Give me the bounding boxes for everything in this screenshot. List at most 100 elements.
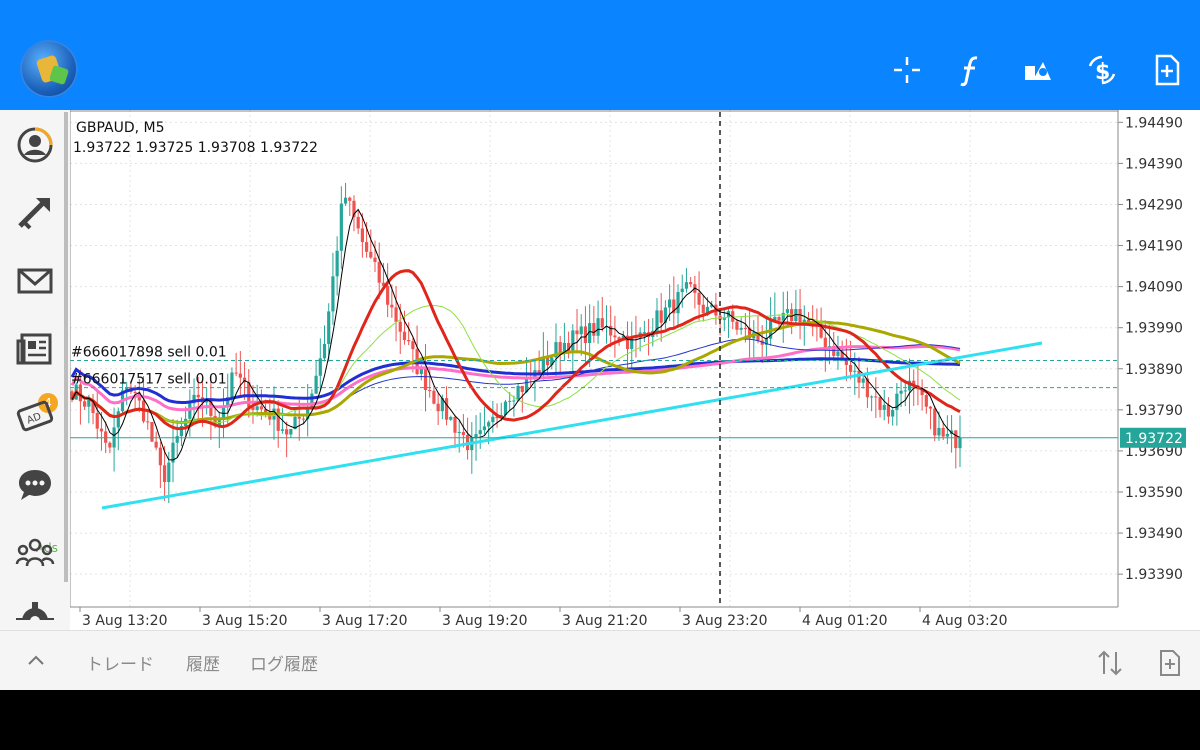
candle-body: [457, 432, 461, 434]
candle-body: [449, 416, 453, 420]
y-tick-label: 1.93990: [1125, 321, 1183, 337]
sidebar: 4 AD Ads: [0, 110, 70, 630]
y-tick-label: 1.93390: [1125, 567, 1183, 583]
candle-body: [571, 330, 575, 352]
candle-body: [836, 351, 840, 356]
x-tick-label: 3 Aug 13:20: [82, 613, 168, 629]
candle-body: [853, 370, 857, 372]
candle-body: [474, 434, 478, 438]
candle-body: [411, 341, 415, 350]
candle-body: [390, 304, 394, 308]
chart-area[interactable]: 1.94490 1.94390 1.94290 1.94190 1.94090 1.939…: [69, 110, 1200, 630]
trade-icon[interactable]: [14, 192, 56, 234]
y-tick-label: 1.93790: [1125, 403, 1183, 419]
candle-body: [314, 375, 318, 394]
candle-body: [785, 309, 790, 313]
order-label-2[interactable]: #666017517 sell 0.01: [71, 372, 227, 388]
x-tick-label: 3 Aug 21:20: [562, 613, 648, 629]
candle-body: [386, 285, 390, 305]
top-app-bar: $: [0, 0, 1200, 110]
candle-body: [158, 447, 162, 466]
candle-body: [739, 328, 743, 330]
candle-body: [487, 422, 491, 427]
candle-body: [289, 428, 293, 435]
candle-body: [360, 228, 364, 243]
candle-body: [891, 410, 895, 417]
candle-body: [684, 282, 689, 289]
candle-body: [327, 311, 331, 344]
function-icon[interactable]: [953, 52, 989, 88]
candle-body: [83, 401, 87, 407]
tab-history[interactable]: 履歴: [186, 650, 220, 675]
trendline: [101, 341, 1043, 510]
candle-body: [512, 400, 516, 402]
candle-body: [701, 304, 705, 314]
candle-body: [668, 299, 672, 308]
candle-body: [318, 358, 322, 376]
candle-body: [886, 404, 891, 417]
y-tick-label: 1.94290: [1125, 197, 1183, 213]
candle-body: [941, 427, 945, 437]
candle-body: [735, 321, 739, 330]
candle-body: [432, 390, 436, 404]
dollar-refresh-icon[interactable]: $: [1084, 52, 1120, 88]
app-logo-icon[interactable]: [20, 40, 78, 98]
candle-body: [348, 197, 352, 201]
ads-icon[interactable]: AD: [14, 396, 56, 438]
candle-body: [377, 261, 381, 283]
x-tick-label: 3 Aug 15:20: [202, 613, 288, 629]
candle-body: [579, 326, 583, 335]
y-tick-label: 1.94190: [1125, 239, 1183, 255]
sort-icon[interactable]: [1095, 648, 1125, 678]
candle-body: [924, 395, 928, 407]
mail-icon[interactable]: [14, 260, 56, 302]
new-order-icon[interactable]: [1149, 52, 1185, 88]
candle-body: [167, 462, 171, 483]
candle-body: [592, 323, 596, 336]
candle-body: [461, 432, 465, 435]
candle-body: [928, 406, 933, 409]
system-navigation-bar: [0, 690, 1200, 750]
candle-body: [937, 427, 941, 436]
candle-body: [373, 257, 377, 262]
new-document-icon[interactable]: [1155, 648, 1185, 678]
x-tick-label: 3 Aug 23:20: [682, 613, 768, 629]
crosshair-icon[interactable]: [889, 52, 925, 88]
candle-body: [188, 403, 192, 419]
tab-trade[interactable]: トレード: [86, 650, 154, 675]
tab-log-history[interactable]: ログ履歴: [250, 650, 318, 675]
news-icon[interactable]: [14, 328, 56, 370]
account-icon[interactable]: [14, 124, 56, 166]
candle-body: [331, 276, 335, 312]
candle-body: [680, 288, 684, 293]
candle-body: [478, 430, 482, 435]
y-tick-label: 1.94490: [1125, 115, 1183, 131]
candle-body: [116, 411, 120, 428]
candle-body: [259, 406, 263, 410]
candle-body: [882, 404, 886, 410]
candle-body: [407, 340, 411, 342]
candle-body: [600, 318, 604, 328]
candle-body: [133, 391, 137, 393]
candle-body: [364, 242, 369, 252]
candle-body: [436, 403, 440, 412]
candle-body: [575, 330, 579, 335]
chevron-up-icon[interactable]: [26, 650, 46, 670]
objects-icon[interactable]: [1019, 52, 1055, 88]
candle-body: [874, 396, 878, 398]
x-tick-label: 4 Aug 01:20: [802, 613, 888, 629]
y-tick-label: 1.93590: [1125, 485, 1183, 501]
community-icon[interactable]: [14, 532, 56, 574]
candle-body: [482, 426, 487, 431]
order-label-1[interactable]: #666017898 sell 0.01: [71, 345, 227, 361]
chat-icon[interactable]: [14, 464, 56, 506]
candle-body: [428, 389, 432, 391]
settings-icon[interactable]: [14, 600, 56, 620]
candle-body: [230, 372, 234, 398]
candle-body: [162, 465, 167, 483]
sidebar-scrollbar[interactable]: [64, 112, 68, 582]
x-tick-label: 3 Aug 17:20: [322, 613, 408, 629]
candle-body: [339, 203, 343, 251]
candle-body: [87, 399, 91, 407]
candle-body: [848, 364, 853, 372]
